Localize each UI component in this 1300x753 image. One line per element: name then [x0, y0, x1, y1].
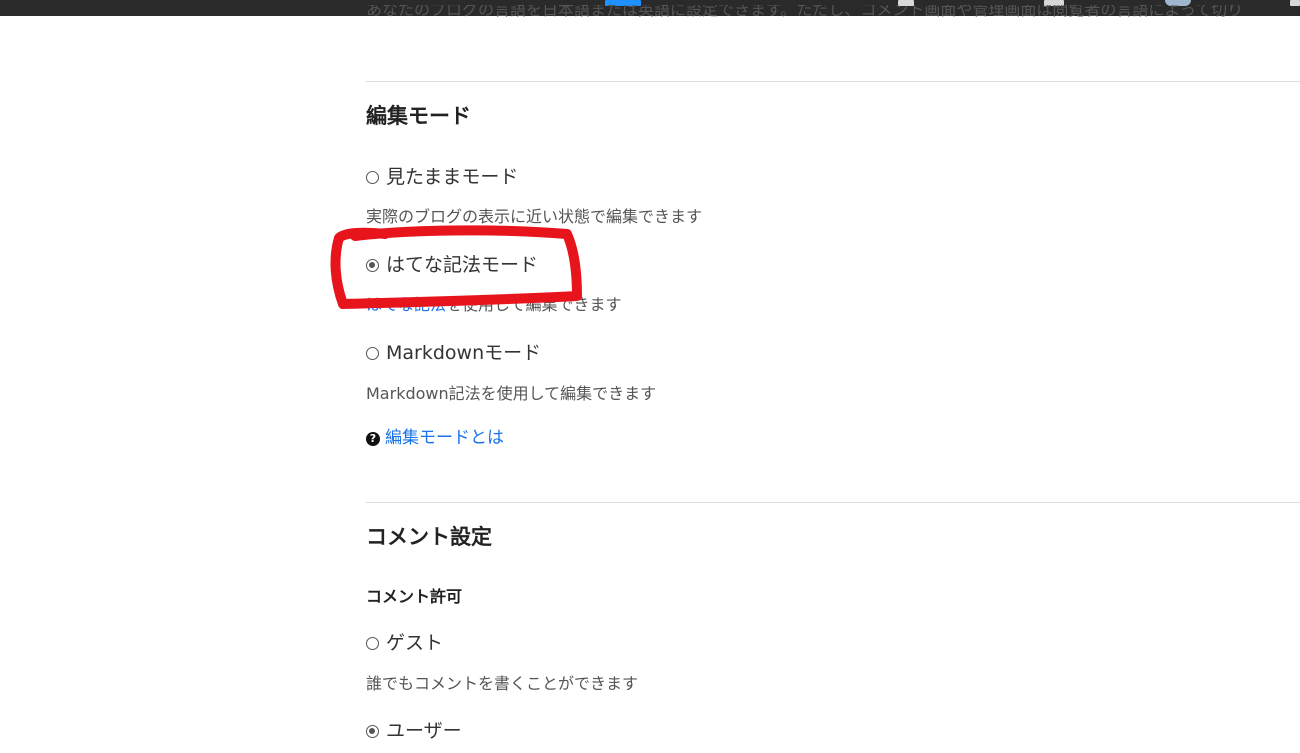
radio-label: ゲスト — [386, 632, 444, 654]
radio-option-markdown[interactable]: Markdownモード — [366, 344, 541, 363]
question-circle-icon: ? — [366, 431, 380, 446]
radio-option-wysiwyg[interactable]: 見たままモード — [366, 168, 518, 187]
radio-option-guest[interactable]: ゲスト — [366, 634, 443, 653]
option-description: はてな記法を使用して編集できます — [366, 297, 622, 313]
radio-label: Markdownモード — [386, 342, 542, 364]
radio-button[interactable] — [366, 171, 379, 184]
radio-button-selected[interactable] — [366, 725, 379, 738]
edit-mode-help[interactable]: ? 編集モードとは — [366, 430, 504, 447]
radio-option-user[interactable]: ユーザー — [366, 722, 462, 741]
radio-button-selected[interactable] — [366, 259, 379, 272]
language-description-text: あなたのブログの言語を日本語または英語に設定できます。ただし、コメント画面や管理… — [366, 5, 1244, 19]
radio-option-hatena[interactable]: はてな記法モード — [366, 256, 538, 275]
comment-settings-heading: コメント設定 — [366, 525, 492, 549]
radio-label: 見たままモード — [386, 166, 519, 188]
edit-mode-heading: 編集モード — [366, 104, 471, 128]
hatena-notation-link[interactable]: はてな記法 — [366, 295, 446, 314]
radio-button[interactable] — [366, 637, 379, 650]
radio-label: ユーザー — [386, 720, 462, 742]
option-description: 誰でもコメントを書くことができます — [366, 674, 639, 693]
option-description-rest: を使用して編集できます — [446, 295, 622, 314]
radio-button[interactable] — [366, 347, 379, 360]
section-divider — [366, 81, 1300, 82]
comment-permission-subheading: コメント許可 — [366, 587, 463, 606]
option-description: Markdown記法を使用して編集できます — [366, 384, 657, 403]
radio-label: はてな記法モード — [386, 254, 539, 276]
section-divider — [366, 502, 1300, 503]
option-description: 実際のブログの表示に近い状態で編集できます — [366, 207, 703, 226]
language-description: あなたのブログの言語を日本語または英語に設定できます。ただし、コメント画面や管理… — [366, 5, 1300, 27]
edit-mode-help-link[interactable]: 編集モードとは — [385, 430, 504, 447]
